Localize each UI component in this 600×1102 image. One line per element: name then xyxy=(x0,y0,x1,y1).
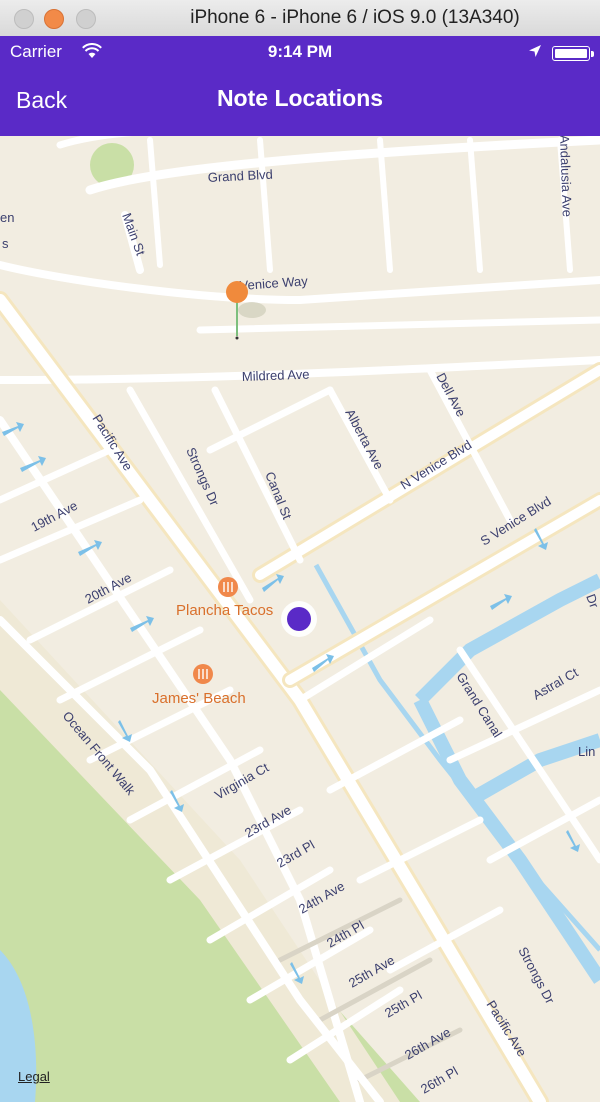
street-label-strongs-dr-bottom: Strongs Dr xyxy=(515,944,558,1006)
page-title: Note Locations xyxy=(216,85,384,111)
street-label-venice-way: Venice Way xyxy=(239,273,309,293)
street-label-26th-ave: 26th Ave xyxy=(402,1024,453,1062)
street-label-astral-ct: Astral Ct xyxy=(530,664,581,702)
street-label-main-st: Main St xyxy=(119,211,148,258)
street-label-edge-right-2: Lin xyxy=(578,744,595,759)
user-location-dot xyxy=(281,601,317,637)
street-label-edge-left-1: en xyxy=(0,210,14,225)
map-canvas[interactable]: Grand Blvd Main St Venice Way Andalusia … xyxy=(0,136,600,1102)
battery-icon xyxy=(552,46,594,61)
ios-status-bar: Carrier 9:14 PM xyxy=(0,36,600,68)
street-label-mildred-ave: Mildred Ave xyxy=(242,367,310,384)
window-title: iPhone 6 - iPhone 6 / iOS 9.0 (13A340) xyxy=(190,7,520,28)
window-title-bar: iPhone 6 - iPhone 6 / iOS 9.0 (13A340) xyxy=(0,0,600,37)
minimize-window-button[interactable] xyxy=(44,9,64,29)
street-label-23rd-pl: 23rd Pl xyxy=(274,837,317,871)
street-label-25th-pl: 25th Pl xyxy=(382,987,425,1020)
zoom-window-button[interactable] xyxy=(76,9,96,29)
location-services-icon xyxy=(529,45,541,57)
street-label-edge-left-2: s xyxy=(2,236,9,251)
close-window-button[interactable] xyxy=(14,9,34,29)
simulator-window: iPhone 6 - iPhone 6 / iOS 9.0 (13A340) C… xyxy=(0,0,600,1102)
street-label-virginia-ct: Virginia Ct xyxy=(212,760,272,803)
street-label-alberta-ave: Alberta Ave xyxy=(342,406,386,472)
street-label-andalusia-ave: Andalusia Ave xyxy=(557,136,575,217)
navigation-bar: Back Note Locations xyxy=(0,68,600,136)
legal-link[interactable]: Legal xyxy=(18,1069,50,1084)
map-view[interactable]: Grand Blvd Main St Venice Way Andalusia … xyxy=(0,136,600,1102)
poi-label: Plancha Tacos xyxy=(176,602,273,619)
poi-label: James' Beach xyxy=(152,690,246,707)
map-pin-icon xyxy=(226,281,248,303)
street-label-n-venice-blvd: N Venice Blvd xyxy=(398,437,475,493)
status-time: 9:14 PM xyxy=(267,42,333,61)
street-label-26th-pl: 26th Pl xyxy=(418,1063,461,1096)
